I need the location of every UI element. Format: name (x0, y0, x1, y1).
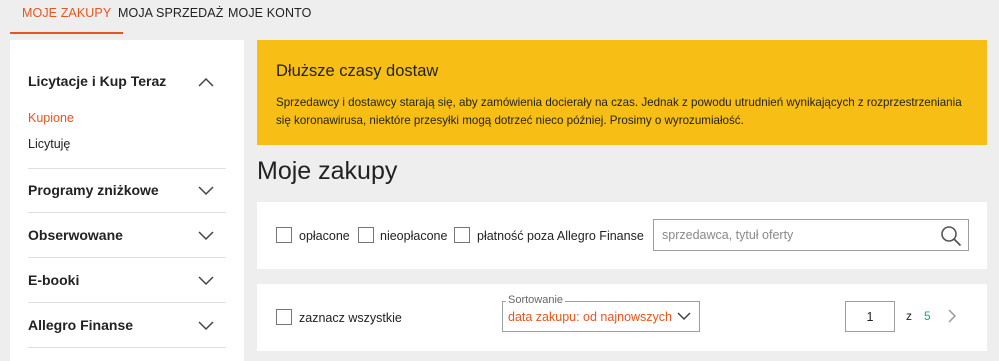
checkbox-platnosc-poza-allegro-finanse[interactable] (454, 227, 470, 243)
chevron-down-icon[interactable] (198, 321, 214, 331)
sort-select[interactable]: Sortowanie data zakupu: od najnowszych (502, 294, 700, 332)
page-title: Moje zakupy (257, 157, 398, 185)
select-all-checkbox[interactable] (276, 309, 292, 325)
banner-title: Dłuższe czasy dostaw (276, 62, 439, 80)
page-total-link[interactable]: 5 (924, 309, 931, 323)
divider (28, 212, 226, 213)
sort-value: data zakupu: od najnowszych (508, 310, 672, 324)
sidebar-section-licytacje[interactable]: Licytacje i Kup Teraz (28, 73, 226, 91)
sidebar-item-kupione[interactable]: Kupione (28, 111, 74, 125)
list-toolbar: zaznacz wszystkie Sortowanie data zakupu… (257, 284, 987, 351)
sidebar-section-obserwowane[interactable]: Obserwowane (28, 227, 226, 245)
page-of-label: z (906, 309, 912, 323)
sort-label: Sortowanie (506, 294, 566, 306)
divider (28, 302, 226, 303)
checkbox-label[interactable]: opłacone (299, 229, 350, 243)
sidebar-section-programy[interactable]: Programy zniżkowe (28, 182, 226, 200)
checkbox-oplacone[interactable] (276, 227, 292, 243)
search-box (653, 219, 969, 251)
sidebar-section-title: Licytacje i Kup Teraz (28, 73, 167, 89)
tab-moja-sprzedaz[interactable]: MOJA SPRZEDAŻ (118, 0, 223, 34)
search-icon[interactable] (940, 225, 962, 247)
page-number-input[interactable] (845, 301, 895, 332)
sidebar-section-title: Obserwowane (28, 227, 123, 243)
sidebar: Licytacje i Kup Teraz Kupione Licytuję P… (10, 40, 244, 361)
sidebar-section-ebooki[interactable]: E-booki (28, 272, 226, 290)
chevron-down-icon[interactable] (198, 276, 214, 286)
chevron-down-icon[interactable] (198, 186, 214, 196)
chevron-down-icon (677, 312, 691, 321)
sidebar-section-allegro-finanse[interactable]: Allegro Finanse (28, 317, 226, 335)
delivery-notice-banner: Dłuższe czasy dostaw Sprzedawcy i dostaw… (257, 40, 987, 145)
sidebar-section-title: Allegro Finanse (28, 317, 134, 333)
divider (28, 347, 226, 348)
chevron-down-icon[interactable] (198, 231, 214, 241)
checkbox-label[interactable]: nieopłacone (380, 229, 447, 243)
top-navigation: MOJE ZAKUPY MOJA SPRZEDAŻ MOJE KONTO (0, 0, 999, 34)
tab-moje-konto[interactable]: MOJE KONTO (228, 0, 311, 34)
sidebar-section-title: Programy zniżkowe (28, 182, 159, 198)
checkbox-label[interactable]: płatność poza Allegro Finanse (477, 229, 644, 243)
divider (28, 168, 226, 169)
sidebar-section-title: E-booki (28, 272, 80, 288)
checkbox-nieoplacone[interactable] (358, 227, 374, 243)
chevron-right-icon[interactable] (948, 309, 957, 323)
search-input[interactable] (654, 220, 934, 250)
chevron-up-icon[interactable] (198, 77, 214, 87)
select-all-label[interactable]: zaznacz wszystkie (299, 311, 402, 325)
filter-panel: opłacone nieopłacone płatność poza Alleg… (257, 202, 987, 269)
sidebar-item-licytuje[interactable]: Licytuję (28, 137, 70, 151)
banner-text: Sprzedawcy i dostawcy starają się, aby z… (276, 96, 962, 127)
divider (28, 257, 226, 258)
tab-moje-zakupy[interactable]: MOJE ZAKUPY (9, 0, 124, 34)
